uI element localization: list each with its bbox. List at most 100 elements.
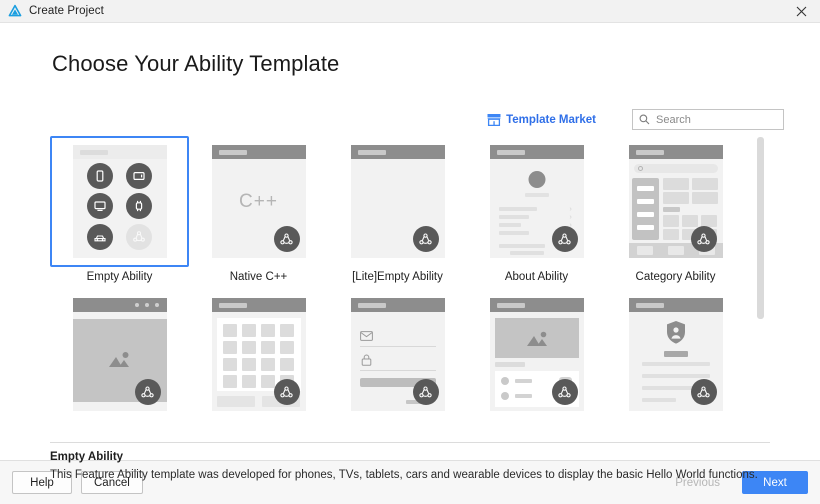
dialog-content: Choose Your Ability Template Template Ma… — [0, 23, 820, 481]
thumb-header-pill — [218, 303, 247, 308]
thumb-header-bar — [72, 145, 167, 159]
template-thumb-shield — [628, 298, 723, 411]
template-thumb-devices — [72, 145, 167, 258]
distributed-nodes-icon — [273, 379, 300, 405]
template-thumb-media — [489, 298, 584, 411]
grid-tile — [260, 341, 275, 354]
distributed-nodes-icon — [690, 379, 717, 405]
template-thumb-cpp: C++ — [211, 145, 306, 258]
thumb-header-pill — [635, 303, 664, 308]
template-card-about-ability[interactable]: › › › › — [467, 136, 606, 283]
device-icon-grid — [73, 159, 167, 258]
search-icon — [637, 166, 643, 171]
thumb-header-pill — [635, 150, 664, 155]
template-card-label: [Lite]Empty Ability — [352, 271, 443, 283]
password-field-line — [359, 370, 436, 371]
template-market-link[interactable]: Template Market — [487, 113, 596, 127]
template-card-gallery[interactable] — [50, 289, 189, 424]
image-placeholder-icon — [108, 352, 129, 367]
sidebar-pill — [636, 199, 654, 204]
template-thumb-frame — [606, 289, 745, 420]
grid-tile — [222, 375, 237, 388]
email-field-line — [359, 346, 436, 347]
thumb-header-pill — [496, 303, 525, 308]
template-thumb-category — [628, 145, 723, 258]
template-grid-scrollbar[interactable] — [757, 137, 764, 436]
template-card-lite-empty-ability[interactable]: [Lite]Empty Ability — [328, 136, 467, 283]
grid-tile — [279, 341, 294, 354]
template-thumb-frame — [606, 136, 745, 267]
grid-tile — [222, 324, 237, 337]
category-tile — [662, 215, 679, 227]
description-title: Empty Ability — [50, 451, 124, 463]
sidebar-pill — [636, 212, 654, 217]
grid-tile — [222, 341, 237, 354]
thumb-header-bar — [211, 298, 306, 312]
template-description: Empty Ability This Feature Ability templ… — [50, 451, 780, 482]
distributed-nodes-icon — [126, 223, 152, 250]
avatar-caption — [524, 193, 549, 197]
template-thumb-frame — [467, 289, 606, 420]
cpp-glyph: C++ — [239, 191, 278, 212]
grid-tile — [241, 324, 256, 337]
template-card-label: Category Ability — [635, 271, 716, 283]
thumb-header-bar — [72, 298, 167, 312]
chevron-right-icon: › — [569, 206, 572, 213]
template-thumb-frame: C++ — [189, 136, 328, 267]
grid-tile — [241, 358, 256, 371]
list-row — [498, 244, 545, 248]
template-card-category-ability[interactable]: Category Ability — [606, 136, 745, 283]
grid-tile — [260, 375, 275, 388]
distributed-nodes-icon — [412, 226, 439, 252]
watch-icon — [126, 193, 152, 220]
template-grid-scroll-area[interactable]: Empty Ability C++ Native C++ [Lite]Empty… — [50, 136, 766, 437]
tabbar-item — [667, 246, 684, 255]
template-card-native-cpp[interactable]: C++ Native C++ — [189, 136, 328, 283]
category-heading-bar — [662, 207, 680, 212]
template-card-grid[interactable] — [189, 289, 328, 424]
template-thumb-login — [350, 298, 445, 411]
distributed-nodes-icon — [412, 379, 439, 405]
template-card-login[interactable] — [328, 289, 467, 424]
title-row — [663, 351, 688, 357]
close-icon[interactable] — [788, 1, 814, 22]
category-tile — [662, 229, 679, 240]
create-project-dialog: Create Project Choose Your Ability Templ… — [0, 0, 820, 504]
tabbar-item — [636, 246, 653, 255]
sidebar-pill — [636, 225, 654, 230]
template-card-label: About Ability — [504, 271, 569, 283]
template-market-label: Template Market — [506, 113, 596, 126]
distributed-nodes-icon — [690, 226, 717, 252]
template-toolbar: Template Market — [0, 109, 820, 130]
text-row — [641, 374, 710, 378]
thumb-header-bar — [211, 145, 306, 159]
template-card-media[interactable] — [467, 289, 606, 424]
thumb-header-bar — [350, 298, 445, 312]
thumb-header-bar — [489, 298, 584, 312]
thumb-header-pill — [496, 150, 525, 155]
search-box[interactable] — [632, 109, 784, 130]
category-tile — [662, 192, 689, 204]
text-row — [641, 362, 710, 366]
list-row — [498, 215, 529, 219]
image-panel — [494, 318, 579, 358]
title-bar: Create Project — [0, 0, 820, 23]
scrollbar-thumb[interactable] — [757, 137, 764, 319]
template-thumb-frame — [50, 136, 189, 267]
template-card-shield[interactable] — [606, 289, 745, 424]
list-row — [498, 231, 529, 235]
sidebar-pill — [636, 186, 654, 191]
template-card-empty-ability[interactable]: Empty Ability — [50, 136, 189, 283]
thumb-header-bar — [628, 298, 723, 312]
shield-person-icon — [666, 321, 685, 344]
template-thumb-gallery — [72, 298, 167, 411]
footer-tile — [216, 396, 255, 407]
template-thumb-about: › › › › — [489, 145, 584, 258]
template-thumb-frame: › › › › — [467, 136, 606, 267]
thumb-header-bar — [350, 145, 445, 159]
search-input[interactable] — [656, 113, 777, 126]
phone-icon — [87, 163, 113, 190]
chevron-right-icon: › — [569, 214, 572, 221]
template-thumb-frame — [189, 289, 328, 420]
thumb-header-bar — [489, 145, 584, 159]
